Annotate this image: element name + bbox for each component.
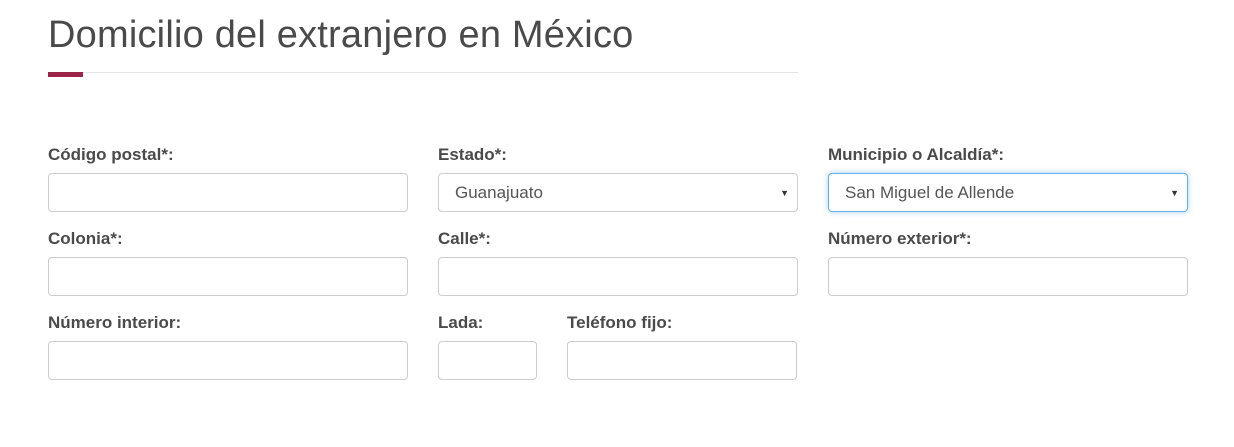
colonia-input[interactable] [48, 257, 408, 296]
title-accent-bar [48, 72, 83, 77]
estado-select[interactable]: Guanajuato ▼ [438, 173, 798, 212]
municipio-label: Municipio o Alcaldía*: [828, 145, 1004, 164]
codigo-postal-label: Código postal*: [48, 145, 174, 164]
numero-interior-label: Número interior: [48, 313, 182, 332]
telefono-fijo-input[interactable] [567, 341, 797, 380]
municipio-select[interactable]: San Miguel de Allende ▼ [828, 173, 1188, 212]
lada-input[interactable] [438, 341, 537, 380]
numero-exterior-input[interactable] [828, 257, 1188, 296]
page-title: Domicilio del extranjero en México [48, 14, 634, 56]
numero-exterior-label: Número exterior*: [828, 229, 972, 248]
codigo-postal-input[interactable] [48, 173, 408, 212]
estado-selected-value: Guanajuato [455, 182, 543, 202]
colonia-label: Colonia*: [48, 229, 123, 248]
numero-interior-input[interactable] [48, 341, 408, 380]
estado-label: Estado*: [438, 145, 507, 164]
telefono-fijo-label: Teléfono fijo: [567, 313, 673, 332]
title-divider [48, 72, 798, 73]
calle-label: Calle*: [438, 229, 491, 248]
chevron-down-icon: ▼ [1170, 187, 1179, 198]
lada-label: Lada: [438, 313, 484, 332]
calle-input[interactable] [438, 257, 798, 296]
chevron-down-icon: ▼ [780, 187, 789, 198]
municipio-selected-value: San Miguel de Allende [845, 182, 1015, 202]
address-form-page: Domicilio del extranjero en México Códig… [0, 0, 1234, 447]
